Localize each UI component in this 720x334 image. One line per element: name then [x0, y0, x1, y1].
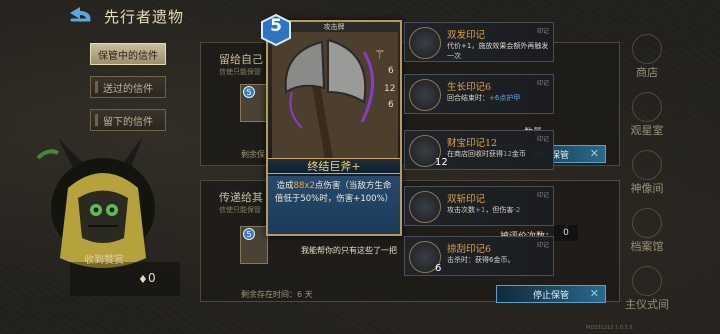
rune-number: 6	[388, 100, 394, 110]
letter-subtitle: 信使只能保管	[219, 206, 261, 214]
desc-prefix: 造成	[276, 181, 294, 191]
nav-archive[interactable]: 档案馆	[612, 204, 682, 258]
seal-name: 财宝印记12	[447, 138, 498, 149]
nav-ritual-hall[interactable]: 主仪式间	[612, 262, 682, 316]
version-text: PID231213 1.0.5.5	[586, 325, 633, 331]
stop-keep-button[interactable]: 停止保管 ✕	[496, 285, 606, 303]
seal-desc-highlight: -2	[513, 206, 521, 214]
close-icon: ✕	[589, 287, 599, 300]
reward-panel	[70, 262, 180, 296]
letter-remaining-time: 剩余存在时间：6 天	[241, 290, 313, 299]
nav-observatory[interactable]: 观星室	[612, 88, 682, 142]
seal-desc-text: 回合结束时：	[447, 94, 489, 102]
seal-count: 6	[435, 263, 442, 274]
seal-description: 回合结束时：+6点护甲	[447, 93, 551, 103]
seal-tag: 印记	[536, 192, 549, 199]
seal-plunder[interactable]: 6 掠刮印记6 印记 击杀时：获得6金币。	[404, 236, 554, 276]
nav-statue-room[interactable]: 神像间	[612, 146, 682, 200]
damage-value: 88x2	[293, 181, 315, 191]
seal-desc-highlight: 12	[503, 150, 512, 158]
nav-shop[interactable]: 商店	[612, 30, 682, 84]
card-cost-badge: 5	[243, 228, 255, 240]
nav-label: 观星室	[630, 124, 664, 137]
seal-desc-text: 金币	[511, 150, 526, 158]
seal-desc-text: 攻击次数	[447, 206, 475, 214]
rune-number: 6	[388, 66, 394, 76]
seal-name: 生长印记6	[447, 82, 492, 93]
seal-double-cast[interactable]: 双发印记 印记 代价+1，施放效果会额外再触发一次	[404, 22, 554, 62]
seal-desc-highlight: +1	[475, 206, 486, 214]
rune-icon: ⚚	[374, 48, 386, 63]
nav-label: 商店	[636, 66, 658, 79]
tab-marker-icon	[95, 81, 98, 93]
seal-description: 攻击次数+1，但伤害-2	[447, 205, 551, 215]
seal-name: 双发印记	[447, 30, 486, 41]
seal-tag: 印记	[536, 242, 549, 249]
card-name: 终结巨斧+	[268, 158, 400, 174]
statue-icon	[632, 150, 662, 180]
rune-number: 12	[384, 84, 396, 94]
seal-tag: 印记	[536, 80, 549, 87]
seal-desc-text: ，但伤害	[485, 206, 514, 214]
seal-name: 双斩印记	[447, 194, 486, 205]
rated-count-value: 0	[554, 225, 578, 241]
double-slash-seal-icon	[409, 191, 441, 223]
letter-title: 留给自己	[219, 53, 263, 66]
letter-remaining-time: 剩余保	[241, 150, 265, 159]
right-navigation: 商店 观星室 神像间 档案馆 主仪式间	[612, 30, 692, 330]
archive-icon	[632, 208, 662, 238]
double-cast-seal-icon	[409, 27, 441, 59]
seal-tag: 印记	[536, 28, 549, 35]
nav-label: 主仪式间	[625, 298, 669, 311]
seal-count: 12	[435, 157, 448, 168]
letter-title: 传递给其	[219, 191, 263, 204]
reward-label: 收到赞赏	[84, 255, 124, 266]
seal-desc-text: 在商店回收时获得	[447, 150, 503, 158]
observatory-icon	[632, 92, 662, 122]
shop-icon	[632, 34, 662, 64]
seal-name: 掠刮印记6	[447, 244, 492, 255]
seal-description: 在商店回收时获得12金币	[447, 149, 551, 159]
reward-value: 0	[148, 271, 156, 285]
back-arrow-icon[interactable]	[66, 4, 94, 26]
page-title: 先行者遗物	[104, 8, 185, 26]
letter-subtitle: 信使只能保管	[219, 68, 261, 76]
tab-label: 送过的信件	[103, 83, 153, 95]
appreciation-icon: ♦	[138, 273, 148, 286]
growth-seal-icon	[409, 79, 441, 111]
stop-keep-label: 停止保管	[532, 290, 569, 301]
seal-description: 击杀时：获得6金币。	[447, 256, 515, 264]
seal-tag: 印记	[536, 136, 549, 143]
tab-label: 保管中的信件	[98, 50, 158, 62]
seal-description: 代价+1，施放效果会额外再触发一次	[447, 42, 549, 60]
seal-growth[interactable]: 生长印记6 印记 回合结束时：+6点护甲	[404, 74, 554, 114]
card-cost-value: 5	[270, 16, 282, 36]
nav-label: 神像间	[630, 182, 664, 195]
close-icon: ✕	[589, 147, 599, 160]
seal-double-slash[interactable]: 双斩印记 印记 攻击次数+1，但伤害-2	[404, 186, 554, 226]
card-description: 造成88x2点伤害（当敌方生命值低于50%时，伤害+100%）	[268, 176, 400, 234]
tab-sent-letters[interactable]: 送过的信件	[90, 76, 166, 98]
seal-treasure[interactable]: 12 财宝印记12 印记 在商店回收时获得12金币	[404, 130, 554, 170]
seal-desc-highlight: +6点护甲	[489, 94, 521, 102]
card-cost-badge: 5	[243, 86, 255, 98]
nav-label: 档案馆	[630, 240, 664, 253]
letter-message: 我能帮你的只有这些了一把	[301, 246, 397, 255]
ritual-icon	[632, 266, 662, 296]
tab-holding-letters[interactable]: 保管中的信件	[90, 43, 166, 65]
rune-column: ⚚ 6 12 6	[372, 48, 396, 128]
